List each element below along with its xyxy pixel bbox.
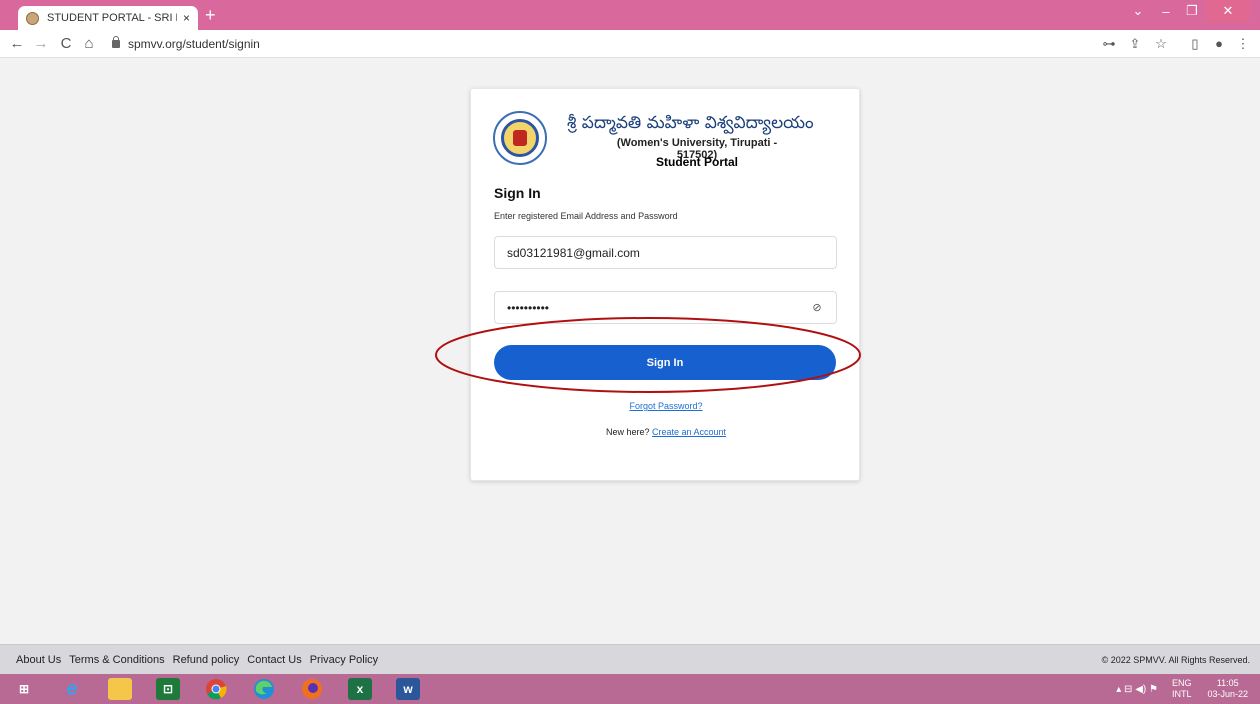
store-icon[interactable]: ⊡ — [156, 678, 180, 700]
profile-avatar-icon[interactable]: ● — [1210, 35, 1228, 53]
new-here-text: New here? Create an Account — [471, 427, 861, 437]
password-field[interactable]: •••••••••• ⊘ — [494, 291, 837, 324]
minimize-window-button[interactable]: – — [1154, 0, 1178, 22]
email-field[interactable]: sd03121981@gmail.com — [494, 236, 837, 269]
copyright-text: © 2022 SPMVV. All Rights Reserved. — [1101, 655, 1250, 665]
footer-links: About Us Terms & Conditions Refund polic… — [16, 654, 378, 666]
url-text[interactable]: spmvv.org/student/signin — [128, 37, 260, 51]
lock-icon[interactable] — [112, 36, 120, 48]
share-icon[interactable]: ⇪ — [1126, 35, 1144, 53]
reload-icon[interactable]: C — [55, 34, 77, 54]
hide-password-eye-icon[interactable]: ⊘ — [810, 301, 824, 315]
password-key-icon[interactable]: ⊶ — [1100, 35, 1118, 53]
address-bar[interactable]: spmvv.org/student/signin — [112, 34, 1092, 54]
portal-title: Student Portal — [655, 155, 738, 169]
clock-time: 11:05 — [1216, 678, 1239, 688]
clock-date: 03-Jun-22 — [1207, 689, 1248, 699]
close-window-button[interactable]: ✕ — [1206, 0, 1250, 22]
email-value[interactable]: sd03121981@gmail.com — [507, 246, 640, 260]
footer-link-terms[interactable]: Terms & Conditions — [69, 654, 164, 666]
browser-menu-icon[interactable]: ⋮ — [1234, 35, 1252, 53]
university-name-telugu: శ్రీ పద్మావతి మహిళా విశ్వవిద్యాలయం — [567, 113, 814, 133]
university-logo — [493, 111, 547, 165]
footer-link-about-us[interactable]: About Us — [16, 654, 61, 666]
home-icon[interactable]: ⌂ — [78, 34, 100, 54]
browser-tab-strip: STUDENT PORTAL - SRI PADMAV × + ⌄ – ❐ ✕ — [0, 0, 1260, 30]
bookmark-star-icon[interactable]: ☆ — [1152, 35, 1170, 53]
file-explorer-icon[interactable] — [108, 678, 132, 700]
maximize-window-button[interactable]: ❐ — [1180, 0, 1204, 22]
language-indicator[interactable]: ENG INTL — [1172, 678, 1192, 700]
back-arrow-icon[interactable]: ← — [6, 34, 28, 54]
password-value[interactable]: •••••••••• — [507, 301, 810, 315]
keyboard-layout: INTL — [1171, 689, 1192, 699]
page-footer: About Us Terms & Conditions Refund polic… — [0, 644, 1260, 674]
forward-arrow-icon[interactable]: → — [30, 34, 52, 54]
footer-link-contact-us[interactable]: Contact Us — [247, 654, 301, 666]
signin-button[interactable]: Sign In — [494, 345, 836, 380]
browser-toolbar: ← → C ⌂ spmvv.org/student/signin ⊶ ⇪ ☆ ▯… — [0, 30, 1260, 58]
forgot-password-link[interactable]: Forgot Password? — [471, 401, 861, 411]
signin-instruction: Enter registered Email Address and Passw… — [494, 211, 678, 221]
tab-search-dropdown-icon[interactable]: ⌄ — [1126, 0, 1150, 22]
new-tab-button[interactable]: + — [205, 6, 216, 24]
logo-shield-icon — [513, 130, 527, 146]
side-panel-icon[interactable]: ▯ — [1186, 35, 1204, 53]
footer-link-privacy-policy[interactable]: Privacy Policy — [310, 654, 378, 666]
edge-icon[interactable] — [252, 678, 276, 700]
logo-emblem-icon — [501, 119, 539, 157]
windows-taskbar: ⊞ e ⊡ x w ▴ ⊟ ◀) ⚑ ENG INTL 11:05 03-Jun… — [0, 674, 1260, 704]
windows-start-icon[interactable]: ⊞ — [12, 678, 36, 700]
browser-tab[interactable]: STUDENT PORTAL - SRI PADMAV × — [18, 6, 198, 30]
word-icon[interactable]: w — [396, 678, 420, 700]
language-code: ENG — [1171, 678, 1192, 688]
clock[interactable]: 11:05 03-Jun-22 — [1207, 678, 1248, 700]
tray-icons[interactable]: ▴ ⊟ ◀) ⚑ — [1116, 684, 1158, 695]
tab-title: STUDENT PORTAL - SRI PADMAV — [47, 12, 177, 24]
firefox-icon[interactable] — [300, 678, 324, 700]
tab-close-icon[interactable]: × — [183, 11, 190, 25]
footer-link-refund-policy[interactable]: Refund policy — [173, 654, 240, 666]
signin-heading: Sign In — [494, 185, 541, 201]
signin-card: శ్రీ పద్మావతి మహిళా విశ్వవిద్యాలయం (Wome… — [435, 88, 861, 481]
system-tray: ▴ ⊟ ◀) ⚑ ENG INTL 11:05 03-Jun-22 — [1116, 674, 1260, 704]
new-here-label: New here? — [605, 427, 652, 437]
internet-explorer-icon[interactable]: e — [60, 678, 84, 700]
excel-icon[interactable]: x — [348, 678, 372, 700]
create-account-link[interactable]: Create an Account — [652, 427, 726, 437]
chrome-icon[interactable] — [204, 678, 228, 700]
page-content: శ్రీ పద్మావతి మహిళా విశ్వవిద్యాలయం (Wome… — [0, 58, 1260, 644]
university-favicon-icon — [26, 11, 39, 25]
